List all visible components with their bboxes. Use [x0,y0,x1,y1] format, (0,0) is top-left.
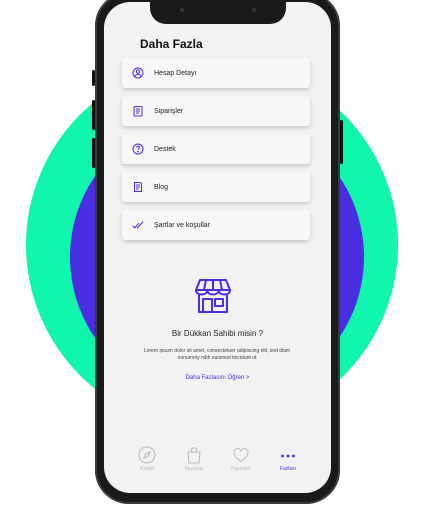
tab-more[interactable]: Fazlası [268,446,308,472]
tab-label: Fazlası [279,466,297,472]
clipboard-list-icon [133,106,143,117]
menu-list: Hesap Detayı Siparişler Destek Blog Şart… [122,58,310,248]
tab-label: Favoriler [231,466,251,472]
menu-item-support[interactable]: Destek [122,134,310,164]
document-icon [134,182,142,192]
tab-favorites[interactable]: Favoriler [221,446,261,472]
user-circle-icon [132,67,144,79]
menu-item-label: Destek [154,145,176,153]
phone-volume-down [92,138,95,168]
phone-notch [149,2,286,24]
menu-item-label: Siparişler [154,107,184,115]
tab-explore[interactable]: Keşfet [127,446,167,472]
phone-power-button [340,120,343,164]
tab-label: Alışveriş [184,466,204,472]
page-title: Daha Fazla [140,37,203,51]
heart-icon [233,448,249,463]
menu-item-label: Hesap Detayı [154,69,197,77]
help-circle-icon [132,143,144,155]
menu-item-label: Blog [154,183,169,191]
menu-item-orders[interactable]: Siparişler [122,96,310,126]
menu-item-terms[interactable]: Şartlar ve koşullar [122,210,310,240]
menu-item-blog[interactable]: Blog [122,172,310,202]
learn-more-link[interactable]: Daha Fazlasını Öğren > [104,375,331,381]
compass-icon [138,446,156,464]
notch-sensor [251,8,256,12]
menu-item-account[interactable]: Hesap Detayı [122,58,310,88]
double-check-icon [132,221,144,229]
bottom-tab-bar: Keşfet Alışveriş Favoriler Fazlası [104,446,331,486]
phone-mute-switch [92,70,95,86]
notch-camera [179,8,184,12]
shopping-bag-icon [187,447,201,464]
promo-description: Lorem ipsum dolor sit amet, consectetuer… [143,348,291,361]
menu-item-label: Şartlar ve koşullar [154,221,211,229]
more-dots-icon [281,454,295,458]
promo-title: Bir Dükkan Sahibi misin ? [171,329,264,338]
tab-shopping[interactable]: Alışveriş [174,446,214,472]
phone-volume-up [92,100,95,130]
phone-screen: Daha Fazla Hesap Detayı Siparişler Deste… [104,2,331,493]
storefront-icon [195,279,231,313]
tab-label: Keşfet [139,466,155,472]
